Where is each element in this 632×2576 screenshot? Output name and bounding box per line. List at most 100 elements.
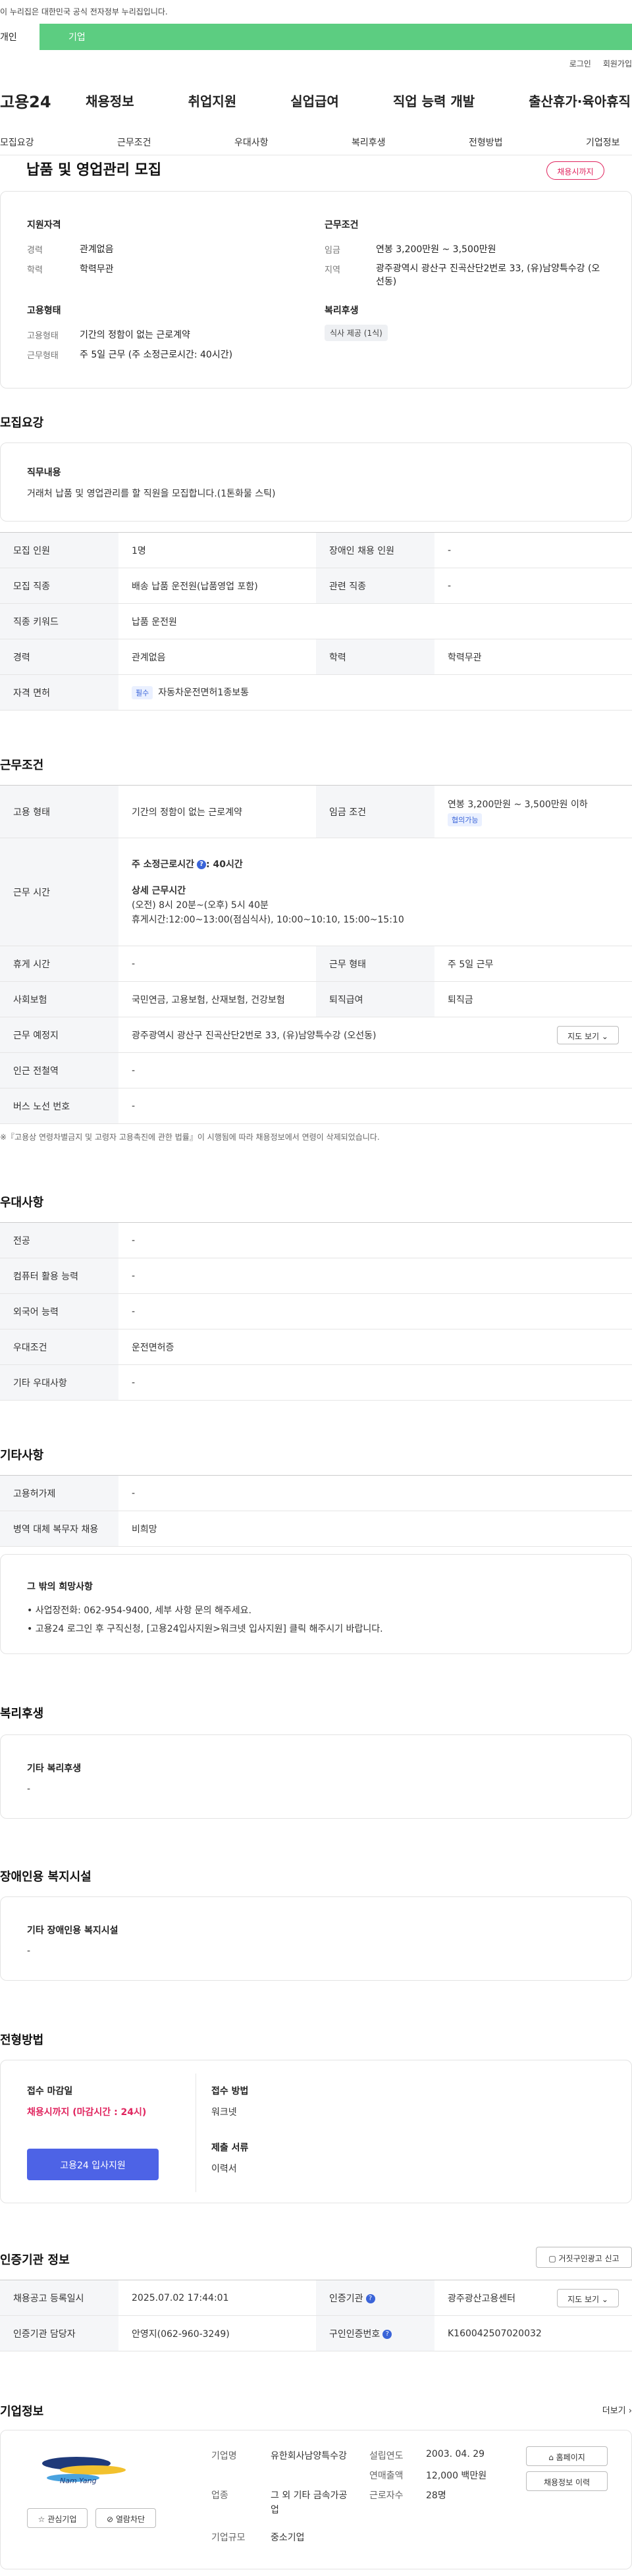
table-row: 고용허가제 - [0,1475,632,1511]
help-icon[interactable]: ? [382,2329,392,2339]
cell-key: 임금 조건 [316,785,434,838]
table-row: 경력 관계없음 학력 학력무관 [0,639,632,675]
cell-value: 안영지(062-960-3249) [118,2315,316,2351]
company-industry-key: 업종 [211,2490,228,2501]
other-wishes-line: • 사업장전화: 062-954-9400, 세부 사항 문의 해주세요. [27,1605,251,1616]
table-row: 우대조건 운전면허증 [0,1329,632,1365]
homepage-button[interactable]: ⌂ 홈페이지 [526,2446,608,2466]
company-year-value: 2003. 04. 29 [426,2449,485,2459]
qual-key: 경력 [27,246,43,255]
nav-job-training[interactable]: 직업 능력 개발 [393,91,475,110]
company-size-key: 기업규모 [211,2533,246,2543]
login-link[interactable]: 로그인 [569,58,591,69]
nav-unemployment-benefit[interactable]: 실업급여 [290,91,339,110]
interest-company-button[interactable]: ☆ 관심기업 [27,2508,88,2528]
cell-key: 경력 [0,639,118,675]
lnb-welfare[interactable]: 복리후생 [352,136,386,149]
company-card: Nam Yang ☆ 관심기업 ⊘ 열람차단 기업명 유한회사남양특수강 업종 … [0,2430,632,2569]
company-logo-text: Nam Yang [60,2477,97,2485]
wage-value: 연봉 3,200만원 ~ 3,500만원 이하 [448,799,588,810]
work-table: 고용 형태 기간의 정함이 없는 근로계약 임금 조건 연봉 3,200만원 ~… [0,785,632,1124]
hours-cell: 주 소정근로시간?: 40시간 상세 근무시간 (오전) 8시 20분~(오후)… [118,838,632,946]
table-row: 컴퓨터 활용 능력 - [0,1258,632,1294]
section-title-disability: 장애인용 복지시설 [0,1870,92,1884]
cell-key: 학력 [316,639,434,675]
hours-main-label: 주 소정근로시간 [132,859,195,870]
star-icon: ☆ [38,2515,45,2524]
lnb-company[interactable]: 기업정보 [586,136,620,149]
nav-employment-support[interactable]: 취업지원 [188,91,237,110]
cert-table: 채용공고 등록일시 2025.07.02 17:44:01 인증기관? 광주광산… [0,2280,632,2351]
wage-cell: 연봉 3,200만원 ~ 3,500만원 이하 협의가능 [434,785,632,838]
table-row: 채용공고 등록일시 2025.07.02 17:44:01 인증기관? 광주광산… [0,2280,632,2316]
cell-value: - [118,1052,632,1088]
duty-title: 직무내용 [27,468,61,478]
cert-num-key-cell: 구인인증번호? [316,2315,434,2351]
license-cell: 필수 자동차운전면허1종보통 [118,674,632,711]
cell-key: 모집 직종 [0,568,118,604]
table-row: 외국어 능력 - [0,1293,632,1329]
help-icon[interactable]: ? [197,859,207,869]
map-view-label: 지도 보기 [567,1032,600,1041]
tab-person[interactable]: 개인 [0,24,40,50]
table-row: 휴게 시간 - 근무 형태 주 5일 근무 [0,946,632,982]
cell-value: 납품 운전원 [118,603,632,639]
table-row: 버스 노선 번호 - [0,1088,632,1124]
signup-link[interactable]: 회원가입 [603,58,632,69]
cert-map-button[interactable]: 지도 보기 ⌄ [557,2289,619,2307]
qual-value: 학력무관 [80,264,114,275]
block-view-button[interactable]: ⊘ 열람차단 [95,2508,156,2528]
table-row: 자격 면허 필수 자동차운전면허1종보통 [0,674,632,711]
report-false-ad-button[interactable]: ▢ 거짓구인광고 신고 [536,2247,632,2268]
block-icon: ⊘ [106,2515,114,2524]
hiring-history-button[interactable]: 채용정보 이력 [526,2471,608,2491]
chevron-right-icon: › [628,2406,632,2416]
negotiable-badge: 협의가능 [448,813,483,826]
document-icon: ▢ [548,2254,556,2263]
cell-key: 퇴직급여 [316,981,434,1017]
cond-key: 지역 [325,265,340,275]
homepage-label: 홈페이지 [556,2453,585,2462]
cell-value: - [118,1293,632,1329]
user-type-tabs: 개인 기업 [0,24,632,50]
map-view-button[interactable]: 지도 보기 ⌄ [557,1026,619,1044]
type-value: 기간의 정함이 없는 근로계약 [80,330,190,340]
type-key: 고용형태 [27,331,59,341]
section-title-cert: 인증기관 정보 [0,2253,70,2267]
nav-job-info[interactable]: 채용정보 [86,91,134,110]
lnb-process[interactable]: 전형방법 [469,136,503,149]
tab-company[interactable]: 기업 [40,24,632,50]
cell-value: 학력무관 [434,639,632,675]
help-icon[interactable]: ? [365,2294,375,2303]
cell-value: - [118,946,316,982]
recruit-table: 모집 인원 1명 장애인 채용 인원 - 모집 직종 배송 납품 운전원(납품영… [0,532,632,711]
lnb-pref[interactable]: 우대사항 [234,136,269,149]
section-title-recruit: 모집요강 [0,416,44,430]
company-logo-graphic [42,2457,126,2482]
lnb-recruit[interactable]: 모집요강 [0,136,34,149]
lnb-work[interactable]: 근무조건 [117,136,151,149]
table-row: 기타 우대사항 - [0,1364,632,1401]
cond-title: 근무조건 [325,220,359,230]
apply-button[interactable]: 고용24 입사지원 [27,2149,159,2180]
hours-main: 주 소정근로시간?: 40시간 [132,857,619,872]
status-badge: 채용시까지 [546,161,604,180]
hours-detail-title: 상세 근무시간 [132,885,186,896]
report-false-ad-label: 거짓구인광고 신고 [558,2254,619,2263]
site-logo[interactable]: 고용24 [0,89,86,112]
table-row: 인증기관 담당자 안영지(062-960-3249) 구인인증번호? K1600… [0,2315,632,2351]
company-more-link[interactable]: 더보기 › [602,2403,632,2416]
block-view-label: 열람차단 [115,2515,145,2524]
deadline-title: 접수 마감일 [27,2086,73,2097]
cell-value: 2025.07.02 17:44:01 [118,2280,316,2316]
table-row: 근무 시간 주 소정근로시간?: 40시간 상세 근무시간 (오전) 8시 20… [0,838,632,946]
cell-key: 모집 인원 [0,532,118,568]
table-row: 사회보험 국민연금, 고용보험, 산재보험, 건강보험 퇴직급여 퇴직금 [0,981,632,1017]
nav-parental-leave[interactable]: 출산휴가·육아휴직 [529,91,631,110]
cell-key: 자격 면허 [0,674,118,711]
table-row: 직종 키워드 납품 운전원 [0,603,632,639]
company-sales-key: 연매출액 [369,2471,404,2481]
cert-map-label: 지도 보기 [567,2295,600,2304]
cell-key: 인증기관 담당자 [0,2315,118,2351]
table-row: 고용 형태 기간의 정함이 없는 근로계약 임금 조건 연봉 3,200만원 ~… [0,785,632,838]
